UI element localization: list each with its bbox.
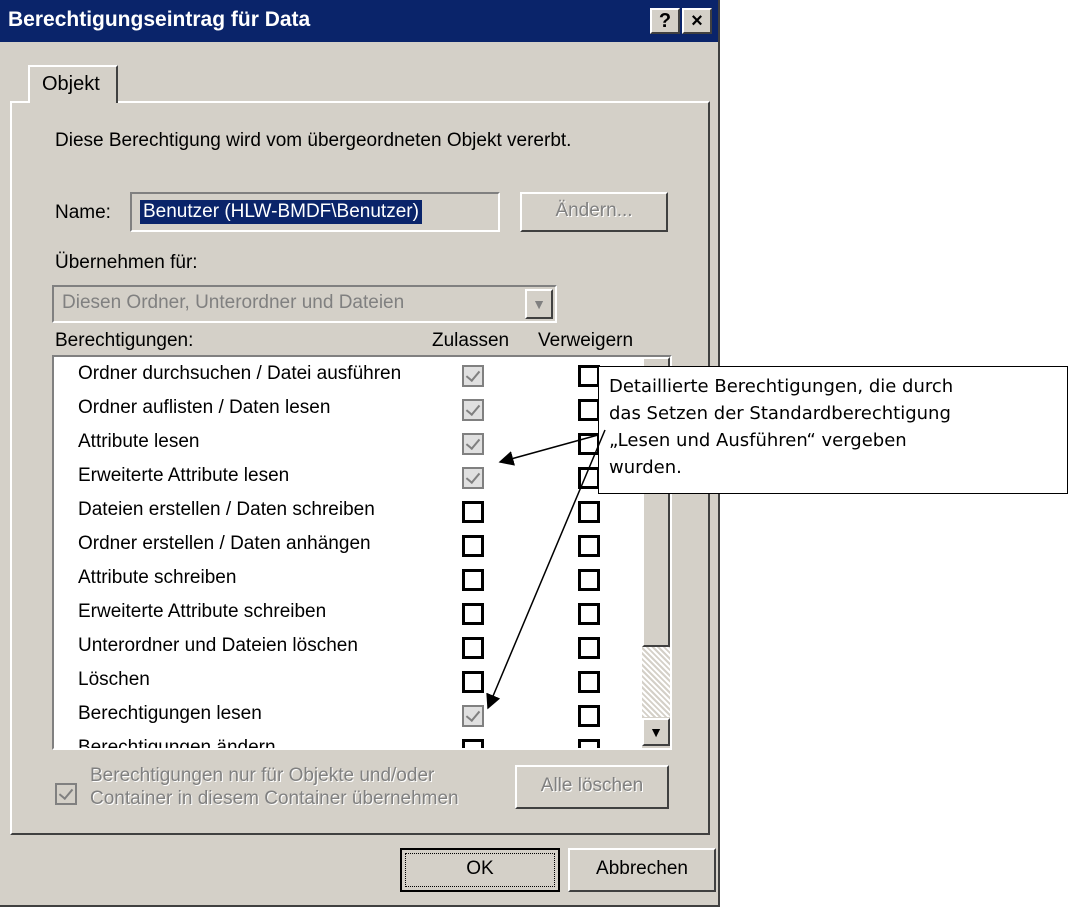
allow-checkbox[interactable] <box>462 535 484 557</box>
apply-to-label: Übernehmen für: <box>55 252 198 273</box>
permission-label: Erweiterte Attribute lesen <box>78 465 290 486</box>
clear-all-button[interactable]: Alle löschen <box>515 765 669 809</box>
deny-column-header: Verweigern <box>538 330 634 351</box>
permission-label: Löschen <box>78 669 150 690</box>
allow-checkbox[interactable] <box>462 433 484 455</box>
inheritance-info-text: Diese Berechtigung wird vom übergeordnet… <box>55 130 572 151</box>
cancel-button[interactable]: Abbrechen <box>568 848 716 892</box>
allow-checkbox[interactable] <box>462 739 484 748</box>
allow-checkbox[interactable] <box>462 637 484 659</box>
permission-label: Attribute schreiben <box>78 567 237 588</box>
allow-column-header: Zulassen <box>432 330 510 351</box>
permission-label: Berechtigungen lesen <box>78 703 262 724</box>
name-label: Name: <box>55 202 111 223</box>
tab-objekt[interactable]: Objekt <box>28 65 118 103</box>
title-bar[interactable]: Berechtigungseintrag für Data ? × <box>0 0 718 42</box>
callout-line-3: „Lesen und Ausführen“ vergeben <box>609 430 907 451</box>
permission-label: Ordner erstellen / Daten anhängen <box>78 533 371 554</box>
name-field[interactable]: Benutzer (HLW-BMDF\Benutzer) <box>130 192 500 232</box>
deny-checkbox[interactable] <box>578 671 600 693</box>
deny-checkbox[interactable] <box>578 569 600 591</box>
window-title: Berechtigungseintrag für Data <box>8 8 311 31</box>
scroll-track[interactable] <box>642 647 670 717</box>
allow-checkbox[interactable] <box>462 603 484 625</box>
name-value: Benutzer (HLW-BMDF\Benutzer) <box>140 200 422 224</box>
permission-label: Attribute lesen <box>78 431 200 452</box>
allow-checkbox[interactable] <box>462 467 484 489</box>
permission-label: Dateien erstellen / Daten schreiben <box>78 499 375 520</box>
change-button[interactable]: Ändern... <box>520 192 668 232</box>
apply-to-dropdown[interactable]: Diesen Ordner, Unterordner und Dateien ▼ <box>52 285 557 323</box>
permission-row: Erweiterte Attribute schreiben <box>54 597 634 631</box>
permission-row: Attribute schreiben <box>54 563 634 597</box>
permission-row: Unterordner und Dateien löschen <box>54 631 634 665</box>
deny-checkbox[interactable] <box>578 501 600 523</box>
deny-checkbox[interactable] <box>578 603 600 625</box>
permissions-label: Berechtigungen: <box>55 330 194 351</box>
allow-checkbox[interactable] <box>462 705 484 727</box>
allow-checkbox[interactable] <box>462 671 484 693</box>
permission-row: Berechtigungen lesen <box>54 699 634 733</box>
inherit-only-label-line1: Berechtigungen nur für Objekte und/oder <box>90 765 435 786</box>
inherit-only-checkbox[interactable] <box>55 783 77 805</box>
chevron-down-icon[interactable]: ▼ <box>525 289 553 319</box>
callout-line-1: Detaillierte Berechtigungen, die durch <box>609 376 954 397</box>
scroll-down-button[interactable]: ▼ <box>642 718 670 746</box>
permission-label: Ordner auflisten / Daten lesen <box>78 397 331 418</box>
permission-row: Erweiterte Attribute lesen <box>54 461 634 495</box>
annotation-callout: Detaillierte Berechtigungen, die durch d… <box>598 366 1068 494</box>
ok-button[interactable]: OK <box>400 848 560 892</box>
permission-row: Ordner durchsuchen / Datei ausführen <box>54 359 634 393</box>
deny-checkbox[interactable] <box>578 705 600 727</box>
allow-checkbox[interactable] <box>462 399 484 421</box>
deny-checkbox[interactable] <box>578 399 600 421</box>
deny-checkbox[interactable] <box>578 467 600 489</box>
permission-label: Erweiterte Attribute schreiben <box>78 601 327 622</box>
allow-checkbox[interactable] <box>462 365 484 387</box>
permission-row: Ordner erstellen / Daten anhängen <box>54 529 634 563</box>
allow-checkbox[interactable] <box>462 501 484 523</box>
callout-line-2: das Setzen der Standardberechtigung <box>609 403 951 424</box>
apply-to-selected: Diesen Ordner, Unterordner und Dateien <box>62 292 405 313</box>
allow-checkbox[interactable] <box>462 569 484 591</box>
permissions-list[interactable]: Ordner durchsuchen / Datei ausführen Ordn… <box>52 355 672 750</box>
deny-checkbox[interactable] <box>578 739 600 748</box>
deny-checkbox[interactable] <box>578 365 600 387</box>
permission-row: Dateien erstellen / Daten schreiben <box>54 495 634 529</box>
deny-checkbox[interactable] <box>578 637 600 659</box>
callout-line-4: wurden. <box>609 457 682 478</box>
permission-label: Unterordner und Dateien löschen <box>78 635 358 656</box>
permission-label: Ordner durchsuchen / Datei ausführen <box>78 363 402 384</box>
close-button[interactable]: × <box>682 8 712 34</box>
permission-row: Ordner auflisten / Daten lesen <box>54 393 634 427</box>
permission-row: Löschen <box>54 665 634 699</box>
permission-label: Berechtigungen ändern <box>78 737 276 750</box>
inherit-only-label-line2: Container in diesem Container übernehmen <box>90 788 459 809</box>
permission-row: Berechtigungen ändern <box>54 733 634 750</box>
deny-checkbox[interactable] <box>578 433 600 455</box>
deny-checkbox[interactable] <box>578 535 600 557</box>
help-button[interactable]: ? <box>650 8 680 34</box>
permission-row: Attribute lesen <box>54 427 634 461</box>
